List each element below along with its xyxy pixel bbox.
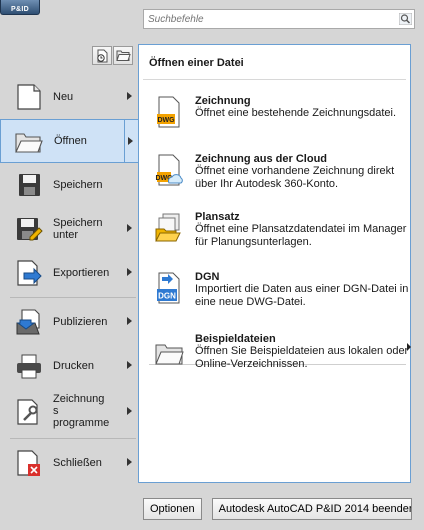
menu-item-open[interactable]: Öffnen: [0, 119, 142, 163]
panel-title-separator: [143, 79, 406, 80]
open-drawing-entry[interactable]: DWG Zeichnung Öffnet eine bestehende Zei…: [145, 95, 407, 135]
bottom-button-bar: Optionen Autodesk AutoCAD P&ID 2014 been…: [143, 498, 412, 520]
drawing-utilities-icon: [17, 399, 38, 425]
submenu-arrow-icon: [127, 92, 132, 100]
menu-item-close[interactable]: Schließen: [0, 441, 140, 485]
menu-item-label: Drucken: [53, 360, 94, 372]
exit-application-button[interactable]: Autodesk AutoCAD P&ID 2014 beenden: [211, 498, 412, 520]
entry-description: Öffnen Sie Beispieldateien aus lokalen o…: [195, 345, 409, 370]
menu-item-save-as[interactable]: Speichern unter: [0, 207, 140, 251]
entry-title: Zeichnung aus der Cloud: [195, 153, 328, 165]
menu-item-label: Exportieren: [53, 267, 110, 279]
menu-item-publish[interactable]: Publizieren: [0, 300, 140, 344]
dgn-import-icon: DGN: [157, 272, 180, 304]
entry-description: Öffnet eine vorhandene Zeichnung direkt …: [195, 165, 395, 190]
dwg-cloud-icon: DWG: [155, 154, 183, 186]
document-view-buttons: [92, 46, 133, 65]
entry-title: Plansatz: [195, 211, 240, 223]
search-input[interactable]: [144, 10, 394, 28]
options-button[interactable]: Optionen: [143, 498, 202, 520]
publish-icon: [16, 309, 40, 335]
app-menu-badge[interactable]: P&ID: [0, 0, 40, 15]
menu-item-label: Zeichnung s programme: [53, 393, 110, 429]
import-dgn-entry[interactable]: DGN DGN Importiert die Daten aus einer D…: [145, 271, 409, 311]
submenu-arrow-icon: [407, 343, 411, 351]
menu-item-label: Öffnen: [54, 135, 87, 147]
recent-documents-icon: [97, 49, 108, 62]
dwg-icon-text: DWG: [157, 117, 175, 124]
menu-item-label: Speichern: [53, 179, 103, 191]
menu-separator: [10, 438, 136, 439]
open-drawing-cloud-entry[interactable]: DWG Zeichnung aus der Cloud Öffnet eine …: [145, 153, 407, 193]
submenu-arrow-icon: [127, 317, 132, 325]
sheet-set-icon: [155, 213, 181, 242]
recent-documents-button[interactable]: [92, 46, 112, 65]
submenu-arrow-icon: [127, 268, 132, 276]
menu-item-drawing-utilities[interactable]: Zeichnung s programme: [0, 388, 140, 436]
menu-item-export[interactable]: Exportieren: [0, 251, 140, 295]
open-folder-icon: [15, 133, 43, 153]
save-icon: [19, 174, 40, 196]
open-submenu-panel: Öffnen einer Datei DWG Zeichnung Öffnet …: [138, 44, 411, 483]
entry-description: Importiert die Daten aus einer DGN-Datei…: [195, 283, 409, 308]
dwg-file-icon: DWG: [157, 96, 180, 128]
app-badge-label: P&ID: [11, 6, 29, 13]
entry-description: Öffnet eine bestehende Zeichnungsdatei.: [195, 107, 397, 119]
sample-files-folder-icon: [155, 344, 184, 365]
dgn-icon-text: DGN: [158, 292, 176, 301]
submenu-arrow-icon: [127, 224, 132, 232]
menu-item-label: Neu: [53, 91, 74, 103]
submenu-arrow-icon: [128, 137, 133, 145]
entry-title: Zeichnung: [195, 95, 251, 107]
menu-item-label: Publizieren: [53, 316, 108, 328]
new-document-icon: [17, 84, 41, 110]
entry-description: Öffnet eine Plansatzdatendatei im Manage…: [195, 223, 407, 248]
open-sheet-set-entry[interactable]: Plansatz Öffnet eine Plansatzdatendatei …: [145, 211, 407, 251]
submenu-arrow-icon: [127, 458, 132, 466]
panel-title: Öffnen einer Datei: [149, 57, 244, 69]
submenu-arrow-icon: [127, 361, 132, 369]
search-icon[interactable]: [399, 13, 412, 25]
menu-item-save[interactable]: Speichern: [0, 163, 140, 207]
open-documents-icon: [115, 50, 131, 61]
entry-title: Beispieldateien: [195, 333, 276, 345]
close-document-icon: [17, 450, 40, 476]
print-icon: [17, 354, 41, 379]
entry-title: DGN: [195, 271, 220, 283]
open-documents-button[interactable]: [113, 46, 133, 65]
save-as-icon: [17, 218, 43, 241]
menu-separator: [10, 297, 136, 298]
sample-files-entry[interactable]: Beispieldateien Öffnen Sie Beispieldatei…: [145, 333, 411, 373]
menu-item-label: Speichern unter: [53, 217, 103, 241]
command-search[interactable]: [143, 9, 415, 29]
menu-item-label: Schließen: [53, 457, 102, 469]
menu-item-new[interactable]: Neu: [0, 75, 140, 119]
submenu-arrow-icon: [127, 407, 132, 415]
menu-item-print[interactable]: Drucken: [0, 344, 140, 388]
export-icon: [17, 260, 42, 286]
application-menu: Neu Öffnen Speichern Speichern unter Exp…: [0, 75, 142, 485]
